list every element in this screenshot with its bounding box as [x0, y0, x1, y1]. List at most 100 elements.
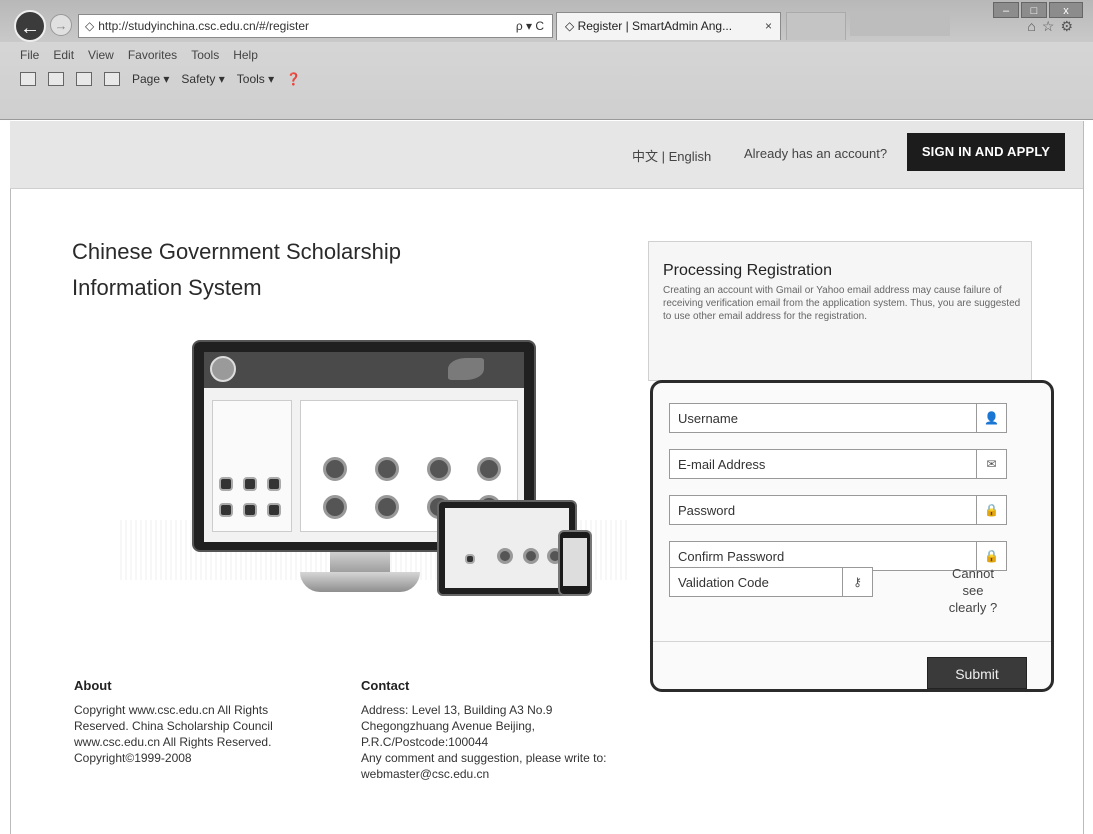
menu-view[interactable]: View	[88, 48, 114, 62]
email-input[interactable]	[670, 450, 970, 478]
circle-button-icon	[375, 495, 399, 519]
app-tile-icon	[465, 554, 475, 564]
contact-heading: Contact	[361, 678, 410, 693]
menu-edit[interactable]: Edit	[53, 48, 74, 62]
screen-sidebar	[212, 400, 292, 532]
password-field: 🔒	[669, 495, 1007, 525]
about-text: Copyright www.csc.edu.cn All Rights Rese…	[74, 703, 273, 765]
app-tile-icon	[267, 503, 281, 517]
key-icon: ⚷	[842, 568, 872, 596]
tab-title: Register | SmartAdmin Ang...	[577, 19, 733, 33]
star-icon[interactable]: ☆	[1042, 18, 1061, 34]
app-tile-icon	[243, 477, 257, 491]
footer-contact: Contact Address: Level 13, Building A3 N…	[361, 678, 631, 782]
address-tools[interactable]: ρ ▾ C	[516, 15, 544, 37]
phone-screen	[563, 538, 587, 586]
app-tile-icon	[219, 477, 233, 491]
new-tab-button[interactable]	[786, 12, 846, 40]
back-button[interactable]: ←	[14, 10, 46, 42]
circle-button-icon	[375, 457, 399, 481]
username-input[interactable]	[670, 404, 970, 432]
circle-button-icon	[427, 457, 451, 481]
cannot-see-clearly-link[interactable]: Cannot see clearly ?	[943, 565, 1003, 616]
tablet-screen	[445, 508, 569, 588]
cmd-tools[interactable]: Tools ▾	[237, 72, 274, 86]
registration-panel: Processing Registration Creating an acco…	[648, 241, 1032, 381]
close-window-button[interactable]: x	[1049, 2, 1083, 18]
home-cmd-icon[interactable]	[20, 72, 36, 86]
feeds-icon[interactable]	[48, 72, 64, 86]
globe-logo-icon	[210, 356, 236, 382]
language-switcher: 中文 | English	[632, 146, 711, 165]
about-heading: About	[74, 678, 112, 693]
gear-icon[interactable]: ⚙	[1060, 18, 1079, 34]
menu-favorites[interactable]: Favorites	[128, 48, 177, 62]
app-tile-icon	[243, 503, 257, 517]
cmd-page[interactable]: Page ▾	[132, 72, 169, 86]
window-controls: – □ x	[993, 2, 1083, 18]
validation-code-input[interactable]	[670, 568, 840, 596]
password-input[interactable]	[670, 496, 970, 524]
monitor-stand-neck	[330, 552, 390, 574]
page-title: Chinese Government Scholarship Informati…	[72, 234, 492, 306]
browser-chrome: ← → ◇ http://studyinchina.csc.edu.cn/#/re…	[0, 0, 1093, 120]
lang-chinese-link[interactable]: 中文	[632, 149, 658, 164]
screen-header	[204, 352, 524, 388]
forward-button[interactable]: →	[50, 14, 72, 36]
submit-button[interactable]: Submit	[927, 657, 1027, 689]
circle-button-icon	[523, 548, 539, 564]
registration-notice: Creating an account with Gmail or Yahoo …	[663, 285, 1021, 322]
already-account-text: Already has an account?	[744, 146, 888, 161]
page-frame-right	[1083, 121, 1084, 834]
print-icon[interactable]	[104, 72, 120, 86]
menu-help[interactable]: Help	[233, 48, 258, 62]
mail-icon[interactable]	[76, 72, 92, 86]
contact-comment: Any comment and suggestion, please write…	[361, 751, 607, 781]
validation-code-field: ⚷	[669, 567, 873, 597]
tab-close-icon[interactable]: ×	[765, 13, 772, 39]
monitor-stand-base	[300, 572, 420, 592]
circle-button-icon	[477, 457, 501, 481]
bird-graphic-icon	[448, 358, 484, 380]
confirm-password-input[interactable]	[670, 542, 970, 570]
app-tile-icon	[267, 477, 281, 491]
browser-command-bar: Page ▾ Safety ▾ Tools ▾ ❓	[20, 72, 301, 86]
browser-tab-register[interactable]: ◇ Register | SmartAdmin Ang... ×	[556, 12, 781, 40]
phone-illustration	[558, 530, 592, 596]
address-bar[interactable]: ◇ http://studyinchina.csc.edu.cn/#/regist…	[78, 14, 553, 38]
circle-button-icon	[323, 495, 347, 519]
page-frame-left	[10, 121, 11, 834]
title-line-1: Chinese Government Scholarship	[72, 239, 401, 264]
user-icon: 👤	[976, 404, 1006, 432]
username-field: 👤	[669, 403, 1007, 433]
footer-about: About Copyright www.csc.edu.cn All Right…	[74, 678, 314, 766]
maximize-button[interactable]: □	[1021, 2, 1047, 18]
lang-english-link[interactable]: English	[669, 149, 712, 164]
sign-in-and-apply-button[interactable]: SIGN IN AND APPLY	[907, 133, 1065, 171]
site-favicon-icon: ◇	[85, 19, 95, 33]
registration-heading: Processing Registration	[663, 262, 832, 279]
app-tile-icon	[219, 503, 233, 517]
browser-menubar: File Edit View Favorites Tools Help	[20, 48, 258, 62]
title-line-2: Information System	[72, 275, 262, 300]
lock-icon: 🔒	[976, 496, 1006, 524]
back-arrow-icon: ←	[20, 17, 40, 39]
form-divider	[653, 641, 1051, 642]
tablet-illustration	[437, 500, 577, 596]
lang-separator: |	[658, 149, 669, 164]
contact-address: Address: Level 13, Building A3 No.9 Cheg…	[361, 703, 553, 749]
address-url: http://studyinchina.csc.edu.cn/#/registe…	[98, 19, 310, 33]
minimize-button[interactable]: –	[993, 2, 1019, 18]
registration-form: 👤 ✉ 🔒 🔒 ⚷ Cannot see clearly ? Submit	[650, 380, 1054, 692]
help-icon[interactable]: ❓	[286, 72, 301, 86]
envelope-icon: ✉	[976, 450, 1006, 478]
menu-tools[interactable]: Tools	[191, 48, 219, 62]
circle-button-icon	[323, 457, 347, 481]
cmd-safety[interactable]: Safety ▾	[181, 72, 224, 86]
browser-toolbar-icons: ⌂☆⚙	[1027, 18, 1079, 35]
circle-button-icon	[497, 548, 513, 564]
menu-file[interactable]: File	[20, 48, 39, 62]
browser-search-box[interactable]	[850, 12, 950, 36]
home-icon[interactable]: ⌂	[1027, 18, 1041, 34]
tab-favicon-icon: ◇	[565, 19, 578, 33]
